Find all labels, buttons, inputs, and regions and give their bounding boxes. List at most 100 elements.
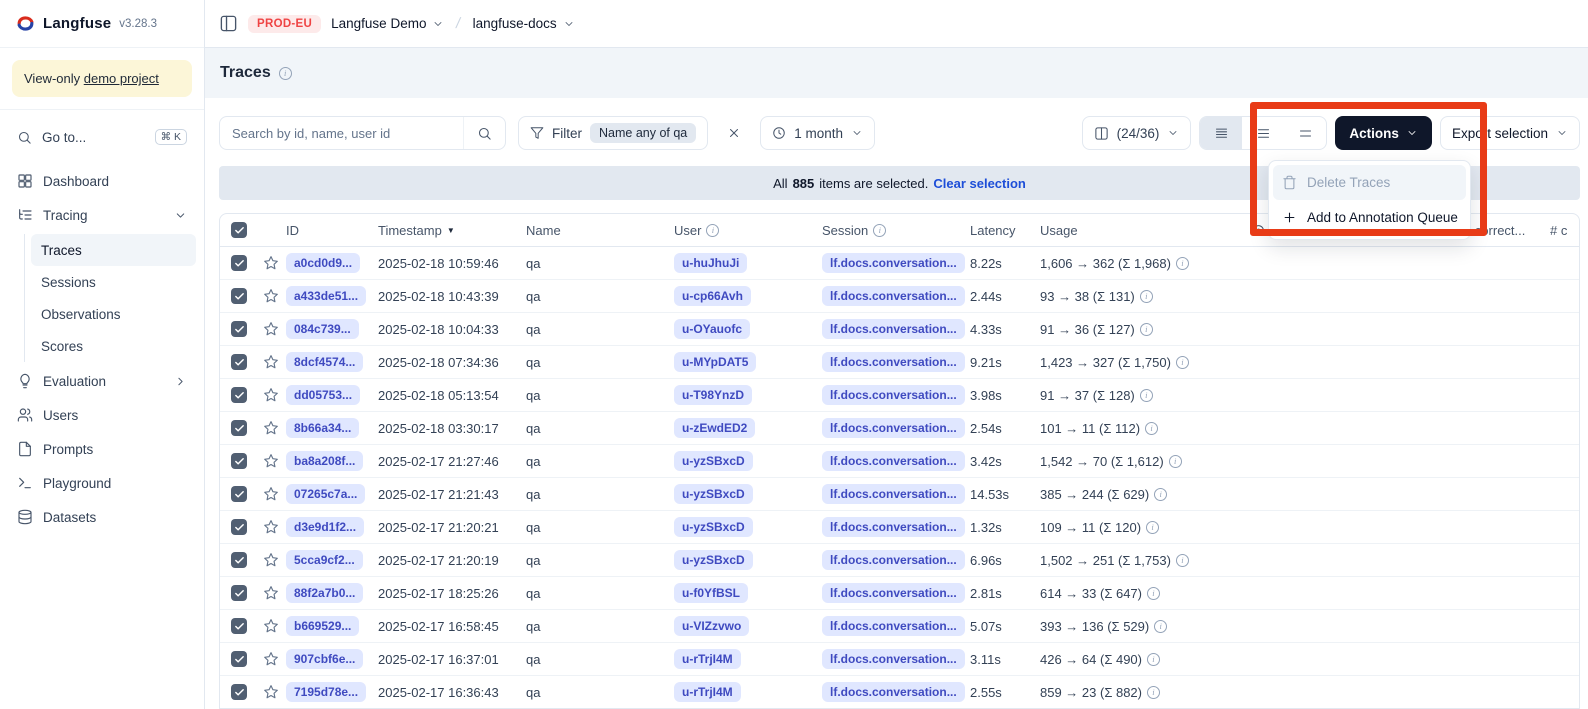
table-row[interactable]: 8b66a34... 2025-02-18 03:30:17 qa u-zEwd… <box>220 412 1579 445</box>
trace-id-badge[interactable]: ba8a208f... <box>286 451 363 471</box>
table-row[interactable]: 5cca9cf2... 2025-02-17 21:20:19 qa u-yzS… <box>220 544 1579 577</box>
star-icon[interactable] <box>256 519 286 535</box>
row-checkbox[interactable] <box>231 552 247 568</box>
filter-button[interactable]: Filter Name any of qa <box>518 116 708 150</box>
session-badge[interactable]: lf.docs.conversation... <box>822 418 965 438</box>
table-row[interactable]: 8dcf4574... 2025-02-18 07:34:36 qa u-MYp… <box>220 346 1579 379</box>
trace-id-badge[interactable]: 084c739... <box>286 319 359 339</box>
row-checkbox[interactable] <box>231 288 247 304</box>
sidebar-item-playground[interactable]: Playground <box>8 466 196 500</box>
row-checkbox[interactable] <box>231 321 247 337</box>
trace-id-badge[interactable]: a0cd0d9... <box>286 253 360 273</box>
trace-id-badge[interactable]: 07265c7a... <box>286 484 365 504</box>
time-range-button[interactable]: 1 month <box>760 116 875 150</box>
export-selection-button[interactable]: Export selection <box>1440 116 1580 150</box>
user-badge[interactable]: u-yzSBxcD <box>674 451 753 471</box>
row-checkbox[interactable] <box>231 618 247 634</box>
star-icon[interactable] <box>256 387 286 403</box>
trace-id-badge[interactable]: 8b66a34... <box>286 418 359 438</box>
user-badge[interactable]: u-zEwdED2 <box>674 418 755 438</box>
row-checkbox[interactable] <box>231 420 247 436</box>
user-badge[interactable]: u-f0YfBSL <box>674 583 748 603</box>
table-row[interactable]: b669529... 2025-02-17 16:58:45 qa u-VIZz… <box>220 610 1579 643</box>
demo-project-link[interactable]: demo project <box>84 71 159 86</box>
user-badge[interactable]: u-MYpDAT5 <box>674 352 756 372</box>
row-checkbox[interactable] <box>231 585 247 601</box>
row-checkbox[interactable] <box>231 387 247 403</box>
star-icon[interactable] <box>256 354 286 370</box>
col-header-name[interactable]: Name <box>526 223 674 238</box>
session-badge[interactable]: lf.docs.conversation... <box>822 649 965 669</box>
sidebar-item-sessions[interactable]: Sessions <box>31 266 196 298</box>
row-checkbox[interactable] <box>231 519 247 535</box>
actions-button[interactable]: Actions <box>1335 116 1432 150</box>
table-row[interactable]: a0cd0d9... 2025-02-18 10:59:46 qa u-huJh… <box>220 247 1579 280</box>
table-row[interactable]: 07265c7a... 2025-02-17 21:21:43 qa u-yzS… <box>220 478 1579 511</box>
user-badge[interactable]: u-cp66Avh <box>674 286 751 306</box>
session-badge[interactable]: lf.docs.conversation... <box>822 352 965 372</box>
col-header-timestamp[interactable]: Timestamp▼ <box>378 223 526 238</box>
sidebar-item-datasets[interactable]: Datasets <box>8 500 196 534</box>
sidebar-item-traces[interactable]: Traces <box>31 234 196 266</box>
session-badge[interactable]: lf.docs.conversation... <box>822 517 965 537</box>
user-badge[interactable]: u-VIZzvwo <box>674 616 749 636</box>
star-icon[interactable] <box>256 552 286 568</box>
session-badge[interactable]: lf.docs.conversation... <box>822 319 965 339</box>
user-badge[interactable]: u-rTrjI4M <box>674 682 741 702</box>
session-badge[interactable]: lf.docs.conversation... <box>822 385 965 405</box>
project-selector[interactable]: langfuse-docs <box>473 16 575 31</box>
trace-id-badge[interactable]: 8dcf4574... <box>286 352 363 372</box>
row-checkbox[interactable] <box>231 486 247 502</box>
clear-filter-icon[interactable] <box>720 119 748 147</box>
star-icon[interactable] <box>256 255 286 271</box>
star-icon[interactable] <box>256 453 286 469</box>
star-icon[interactable] <box>256 420 286 436</box>
col-header-latency[interactable]: Latency <box>970 223 1040 238</box>
session-badge[interactable]: lf.docs.conversation... <box>822 484 965 504</box>
org-selector[interactable]: Langfuse Demo <box>331 16 444 31</box>
star-icon[interactable] <box>256 651 286 667</box>
star-icon[interactable] <box>256 321 286 337</box>
session-badge[interactable]: lf.docs.conversation... <box>822 253 965 273</box>
user-badge[interactable]: u-yzSBxcD <box>674 484 753 504</box>
col-header-user[interactable]: Useri <box>674 223 822 238</box>
menu-item-add-to-annotation-queue[interactable]: Add to Annotation Queue <box>1273 200 1466 235</box>
sidebar-item-prompts[interactable]: Prompts <box>8 432 196 466</box>
sidebar-item-evaluation[interactable]: Evaluation <box>8 364 196 398</box>
row-checkbox[interactable] <box>231 651 247 667</box>
sidebar-item-users[interactable]: Users <box>8 398 196 432</box>
table-row[interactable]: 7195d78e... 2025-02-17 16:36:43 qa u-rTr… <box>220 676 1579 709</box>
trace-id-badge[interactable]: 5cca9cf2... <box>286 550 363 570</box>
star-icon[interactable] <box>256 585 286 601</box>
search-icon[interactable] <box>463 117 505 149</box>
user-badge[interactable]: u-T98YnzD <box>674 385 752 405</box>
row-checkbox[interactable] <box>231 684 247 700</box>
table-row[interactable]: a433de51... 2025-02-18 10:43:39 qa u-cp6… <box>220 280 1579 313</box>
col-header-usage[interactable]: Usage <box>1040 223 1252 238</box>
session-badge[interactable]: lf.docs.conversation... <box>822 550 965 570</box>
trace-id-badge[interactable]: 7195d78e... <box>286 682 366 702</box>
trace-id-badge[interactable]: b669529... <box>286 616 359 636</box>
col-header-id[interactable]: ID <box>286 223 378 238</box>
user-badge[interactable]: u-huJhuJi <box>674 253 747 273</box>
user-badge[interactable]: u-yzSBxcD <box>674 517 753 537</box>
panel-toggle-icon[interactable] <box>219 14 238 33</box>
user-badge[interactable]: u-rTrjI4M <box>674 649 741 669</box>
session-badge[interactable]: lf.docs.conversation... <box>822 286 965 306</box>
trace-id-badge[interactable]: a433de51... <box>286 286 366 306</box>
star-icon[interactable] <box>256 288 286 304</box>
session-badge[interactable]: lf.docs.conversation... <box>822 616 965 636</box>
star-icon[interactable] <box>256 618 286 634</box>
user-badge[interactable]: u-OYauofc <box>674 319 750 339</box>
table-row[interactable]: 907cbf6e... 2025-02-17 16:37:01 qa u-rTr… <box>220 643 1579 676</box>
table-row[interactable]: 88f2a7b0... 2025-02-17 18:25:26 qa u-f0Y… <box>220 577 1579 610</box>
session-badge[interactable]: lf.docs.conversation... <box>822 451 965 471</box>
table-row[interactable]: d3e9d1f2... 2025-02-17 21:20:21 qa u-yzS… <box>220 511 1579 544</box>
row-checkbox[interactable] <box>231 453 247 469</box>
trace-id-badge[interactable]: 907cbf6e... <box>286 649 363 669</box>
trace-id-badge[interactable]: dd05753... <box>286 385 360 405</box>
row-checkbox[interactable] <box>231 354 247 370</box>
row-checkbox[interactable] <box>231 255 247 271</box>
table-row[interactable]: dd05753... 2025-02-18 05:13:54 qa u-T98Y… <box>220 379 1579 412</box>
sidebar-item-dashboard[interactable]: Dashboard <box>8 164 196 198</box>
